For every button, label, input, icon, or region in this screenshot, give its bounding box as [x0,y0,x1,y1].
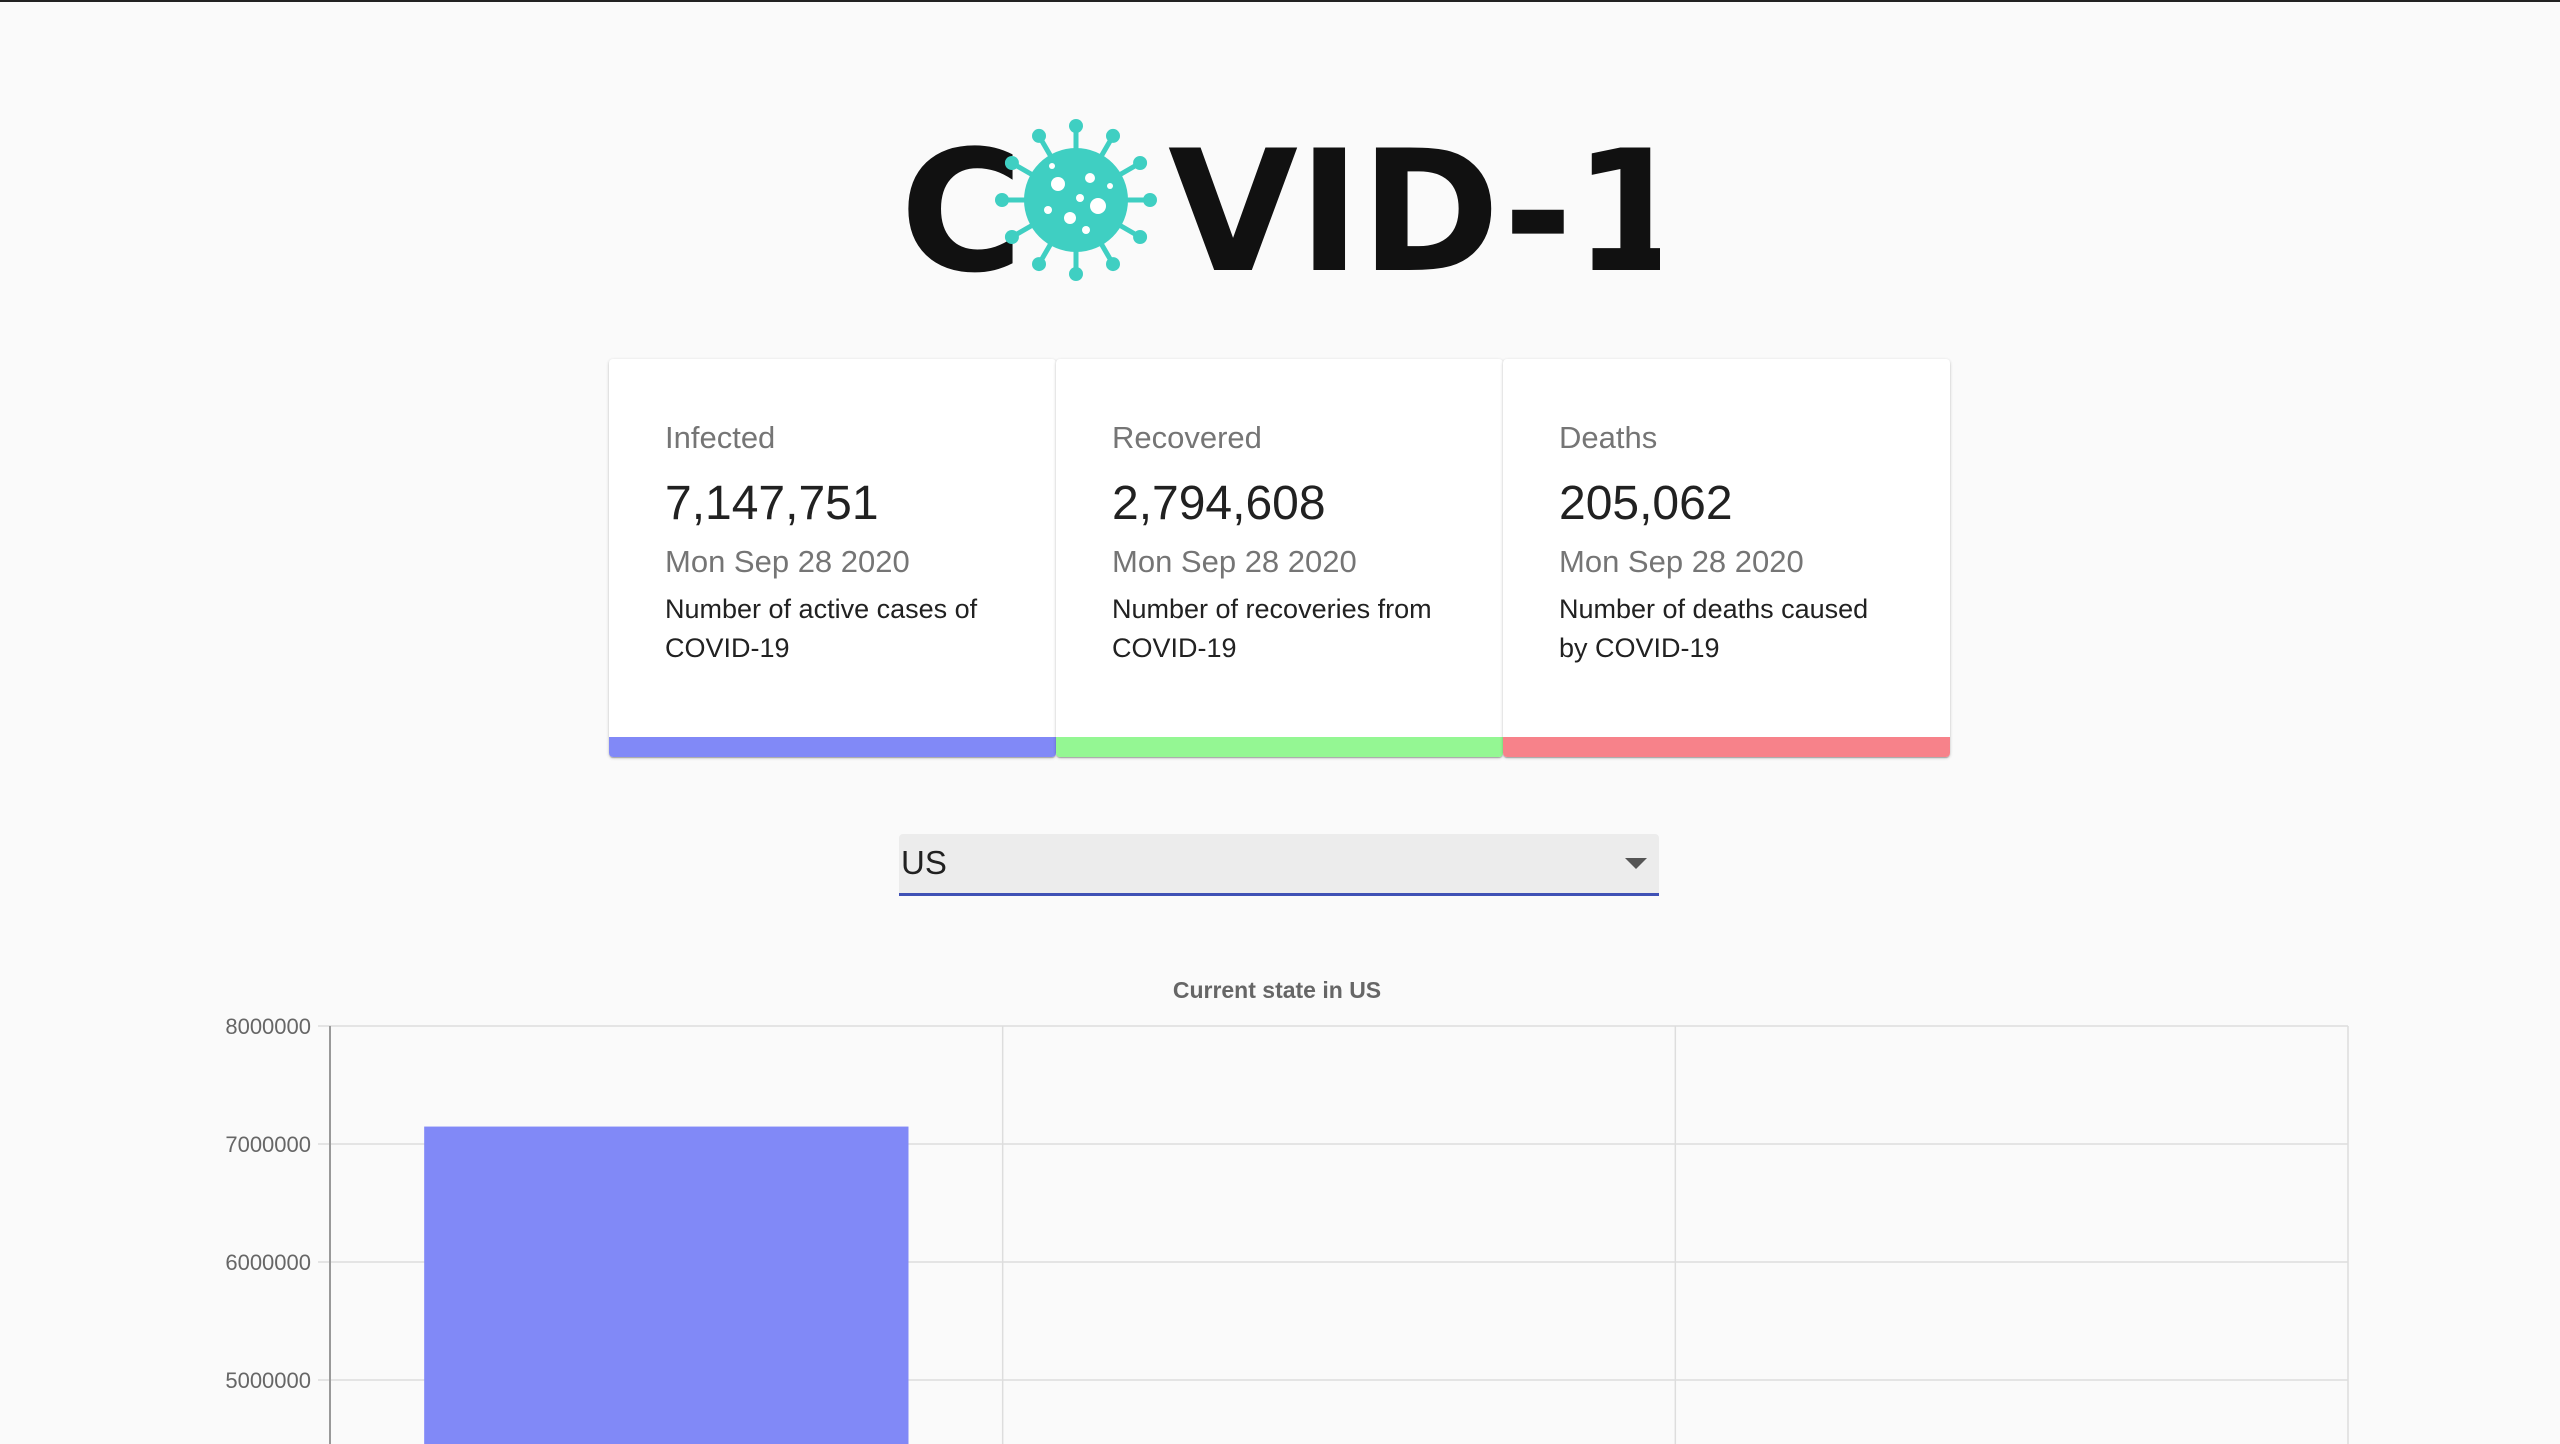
virus-spike-tip [1133,156,1148,170]
logo-right-text: VID-19 [1168,114,1660,288]
y-tick-label: 5000000 [225,1368,311,1393]
infected-card: Infected 7,147,751 Mon Sep 28 2020 Numbe… [609,359,1056,757]
card-description: Number of deaths caused by COVID-19 [1559,594,1869,664]
virus-spike-tip [1032,128,1046,143]
card-date: Mon Sep 28 2020 [1112,543,1357,579]
card-date: Mon Sep 28 2020 [1559,543,1804,579]
card-date: Mon Sep 28 2020 [665,543,910,579]
y-tick-label: 8000000 [225,1014,311,1039]
virus-spike-tip [1106,128,1120,143]
virus-spike-tip [1133,230,1148,244]
card-color-bar [609,737,1056,757]
virus-spike-tip [1106,257,1120,272]
chart-bars [424,1126,909,1444]
virus-spike-tip [1143,193,1157,207]
deaths-card: Deaths 205,062 Mon Sep 28 2020 Number of… [1503,359,1950,757]
card-description: Number of recoveries from COVID-19 [1112,594,1432,664]
card-value: 2,794,608 [1112,477,1326,531]
top-border [0,0,2560,2]
virus-spike-tip [1032,257,1046,272]
card-color-bar [1056,737,1503,757]
bar-chart: Current state in US 5000000 6000000 700000… [225,977,2349,1444]
virus-spike-tip [1069,267,1083,281]
country-select-value: US [901,844,947,881]
card-color-bar [1503,737,1950,757]
virus-spike-tip [1069,119,1083,133]
chart-bar[interactable] [424,1126,909,1444]
recovered-card: Recovered 2,794,608 Mon Sep 28 2020 Numb… [1056,359,1503,757]
covid-logo: C VID-19 [900,112,1660,288]
card-title: Deaths [1559,420,1658,455]
virus-spike-tip [1004,230,1019,244]
card-title: Infected [665,420,776,455]
chevron-down-icon[interactable] [1625,858,1647,869]
card-title: Recovered [1112,420,1262,455]
covid-logo-graphic: C VID-19 [900,114,1660,288]
virus-spike-tip [995,193,1009,207]
y-tick-label: 6000000 [225,1250,311,1275]
card-value: 205,062 [1559,477,1733,531]
chart-title: Current state in US [1173,977,1381,1003]
country-chart: Current state in US 5000000 6000000 700000… [0,960,2560,1444]
y-tick-label: 7000000 [225,1132,311,1157]
country-select[interactable]: US [899,834,1659,896]
stats-cards: Infected 7,147,751 Mon Sep 28 2020 Numbe… [609,359,1951,757]
card-description: Number of active cases of COVID-19 [665,594,978,664]
chart-y-axis: 5000000 6000000 7000000 8000000 [225,1014,311,1393]
virus-spike-tip [1004,156,1019,170]
card-value: 7,147,751 [665,477,879,531]
